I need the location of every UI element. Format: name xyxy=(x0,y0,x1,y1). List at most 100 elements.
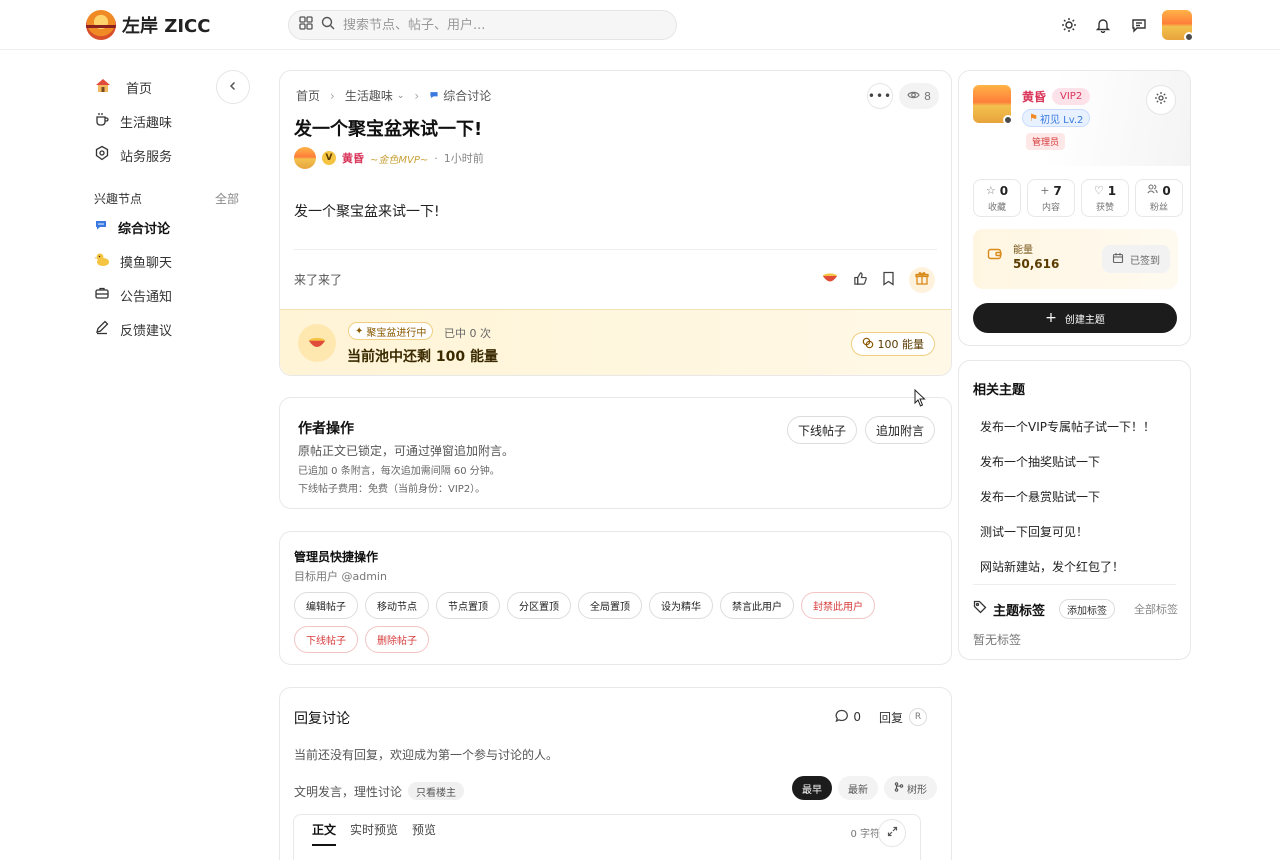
section-all-link[interactable]: 全部 xyxy=(215,190,239,207)
stat-likes[interactable]: ♡ 1 获赞 xyxy=(1081,179,1129,217)
node-pin-button[interactable]: 节点置顶 xyxy=(436,592,500,619)
no-tags-text: 暂无标签 xyxy=(973,633,1022,647)
post-body: 发一个聚宝盆来试一下! xyxy=(294,204,440,220)
gift-button[interactable] xyxy=(909,267,935,293)
duck-icon xyxy=(94,251,110,271)
related-topic-link[interactable]: 测试一下回复可见！ xyxy=(980,514,1180,549)
top-header: 左岸 ZICC xyxy=(0,0,1280,50)
breadcrumb-node[interactable]: 综合讨论 xyxy=(429,87,491,104)
admin-offline-post-button[interactable]: 下线帖子 xyxy=(294,626,358,653)
related-topic-link[interactable]: 发布一个VIP专属帖子试一下！！ xyxy=(980,409,1180,444)
author-avatar[interactable] xyxy=(294,147,316,169)
author-ops-line1: 原帖正文已锁定，可通过弹窗追加附言。 xyxy=(298,444,515,458)
user-avatar[interactable] xyxy=(1162,10,1194,42)
tab-body[interactable]: 正文 xyxy=(312,821,337,846)
more-button[interactable]: ••• xyxy=(867,83,893,109)
sort-latest[interactable]: 最新 xyxy=(838,776,878,800)
checkin-label: 已签到 xyxy=(1130,255,1160,267)
create-topic-button[interactable]: + 创建主题 xyxy=(973,303,1177,333)
only-op-toggle[interactable]: 只看楼主 xyxy=(408,782,465,800)
stat-label: 收藏 xyxy=(987,202,1006,213)
expand-icon xyxy=(887,826,898,841)
site-name: 左岸 ZICC xyxy=(122,16,211,37)
offline-post-button[interactable]: 下线帖子 xyxy=(786,416,857,444)
stat-favorites[interactable]: ☆ 0 收藏 xyxy=(973,179,1021,217)
divider xyxy=(973,584,1176,585)
left-sidebar: 首页 生活趣味 站务服务 兴趣节点 全部 综合讨论 摸鱼聊天 公告通知 反馈建议 xyxy=(86,70,251,346)
global-pin-button[interactable]: 全局置顶 xyxy=(578,592,642,619)
edit-post-button[interactable]: 编辑帖子 xyxy=(294,592,358,619)
reply-rule-text: 文明发言，理性讨论 xyxy=(294,784,403,799)
tab-preview[interactable]: 预览 xyxy=(412,821,436,846)
sidebar-node-notice[interactable]: 公告通知 xyxy=(86,278,251,312)
settings-button[interactable] xyxy=(1146,85,1176,115)
ban-user-button[interactable]: 封禁此用户 xyxy=(801,592,875,619)
like-icon[interactable] xyxy=(853,271,868,290)
delete-post-button[interactable]: 删除帖子 xyxy=(365,626,429,653)
heart-icon: ♡ xyxy=(1093,184,1104,197)
all-tags-link[interactable]: 全部标签 xyxy=(1134,601,1178,617)
sparkle-icon: ✦ xyxy=(355,325,364,337)
sidebar-node-general[interactable]: 综合讨论 xyxy=(86,210,251,244)
sidebar-collapse-button[interactable] xyxy=(216,70,250,104)
plus-icon: + xyxy=(1040,184,1050,197)
checkin-button[interactable]: 已签到 xyxy=(1102,245,1170,273)
sidebar-node-feedback[interactable]: 反馈建议 xyxy=(86,312,251,346)
profile-name-row: 黄昏 VIP2 xyxy=(1022,88,1091,105)
section-title: 兴趣节点 xyxy=(94,191,143,206)
sidebar-node-chat[interactable]: 摸鱼聊天 xyxy=(86,244,251,278)
sort-tree-label: 树形 xyxy=(907,784,927,796)
site-logo[interactable]: 左岸 ZICC xyxy=(86,10,210,40)
bookmark-icon[interactable] xyxy=(882,271,895,290)
reply-button[interactable]: 回复 R xyxy=(879,708,927,726)
post-card: 首页 › 生活趣味 ⌄ › 综合讨论 ••• 8 发一个聚宝盆来试一下! V 黄… xyxy=(279,70,952,376)
chat-bubble-icon xyxy=(429,89,439,103)
stat-content[interactable]: +7 内容 xyxy=(1027,179,1075,217)
bell-icon[interactable] xyxy=(1092,14,1114,36)
grid-icon[interactable] xyxy=(299,16,313,34)
pot-energy-button[interactable]: 100 能量 xyxy=(850,332,935,356)
mute-user-button[interactable]: 禁言此用户 xyxy=(720,592,794,619)
stat-label: 获赞 xyxy=(1095,202,1114,213)
add-tag-button[interactable]: 添加标签 xyxy=(1059,599,1116,619)
house-icon xyxy=(94,77,112,97)
level-label: 初见 Lv.2 xyxy=(1039,114,1084,126)
sidebar-item-service[interactable]: 站务服务 xyxy=(86,138,251,172)
sort-earliest[interactable]: 最早 xyxy=(792,776,832,800)
gift-icon xyxy=(915,271,929,289)
message-icon[interactable] xyxy=(1128,14,1150,36)
set-featured-button[interactable]: 设为精华 xyxy=(649,592,713,619)
reply-editor[interactable]: 正文 实时预览 预览 0 字符 xyxy=(293,814,921,860)
section-pin-button[interactable]: 分区置顶 xyxy=(507,592,571,619)
theme-sun-icon[interactable] xyxy=(1058,14,1080,36)
tab-live-preview[interactable]: 实时预览 xyxy=(350,821,398,846)
sort-tree[interactable]: 树形 xyxy=(884,776,937,800)
vip-badge-icon: V xyxy=(322,151,336,165)
profile-name[interactable]: 黄昏 xyxy=(1022,88,1046,105)
pot-status-label: 聚宝盆进行中 xyxy=(366,327,427,339)
related-topic-link[interactable]: 网站新建站，发个红包了！ xyxy=(980,549,1180,584)
stat-followers[interactable]: 0 粉丝 xyxy=(1135,179,1183,217)
related-topic-link[interactable]: 发布一个悬赏贴试一下 xyxy=(980,479,1180,514)
append-note-button[interactable]: 追加附言 xyxy=(864,416,935,444)
search-input[interactable] xyxy=(343,17,643,33)
sidebar-item-life[interactable]: 生活趣味 xyxy=(86,104,251,138)
breadcrumb-category[interactable]: 生活趣味 ⌄ xyxy=(345,87,405,104)
post-actions xyxy=(821,267,935,293)
reply-title: 回复讨论 xyxy=(294,711,350,727)
author-name[interactable]: 黄昏 xyxy=(342,150,364,166)
breadcrumb-home[interactable]: 首页 xyxy=(296,87,320,104)
treasure-bowl-icon[interactable] xyxy=(821,271,839,289)
profile-avatar[interactable] xyxy=(973,85,1013,125)
move-node-button[interactable]: 移动节点 xyxy=(365,592,429,619)
search-bar[interactable] xyxy=(288,10,677,40)
chevron-down-icon: ⌄ xyxy=(396,90,405,101)
comment-icon xyxy=(835,709,849,726)
related-list: 发布一个VIP专属帖子试一下！！ 发布一个抽奖贴试一下 发布一个悬赏贴试一下 测… xyxy=(980,409,1180,584)
stat-value: 1 xyxy=(1107,183,1117,198)
level-badge: ⚑ 初见 Lv.2 xyxy=(1022,109,1091,127)
related-topic-link[interactable]: 发布一个抽奖贴试一下 xyxy=(980,444,1180,479)
expand-editor-button[interactable] xyxy=(878,819,906,847)
author-ops-title: 作者操作 xyxy=(298,421,354,437)
chevron-right-icon: › xyxy=(330,88,335,103)
